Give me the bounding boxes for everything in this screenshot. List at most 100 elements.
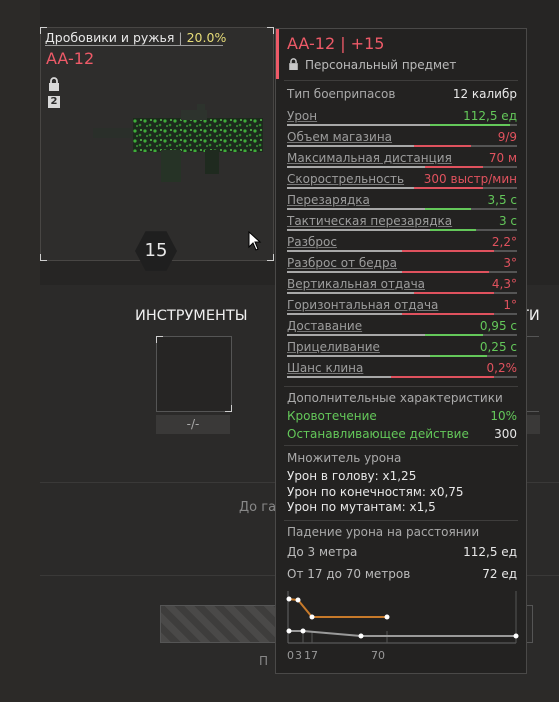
- stat-bar-delta: [390, 376, 494, 378]
- stat-value: 3 с: [498, 214, 517, 228]
- corner: [40, 27, 47, 34]
- stat-bar-fill: [287, 355, 430, 357]
- stat-row: Максимальная дистанция 70 м: [287, 150, 517, 170]
- stat-bar-fill: [287, 229, 430, 231]
- stat-bar-delta: [413, 292, 494, 294]
- corner: [267, 27, 274, 34]
- stat-label: Доставание: [287, 319, 363, 333]
- stat-value: 3°: [503, 256, 517, 270]
- stat-value: 1°: [503, 298, 517, 312]
- multiplier-limbs: Урон по конечностям: x0,75: [287, 485, 464, 499]
- stat-bar-delta: [425, 208, 471, 210]
- stat-row: Урон 112,5 ед: [287, 108, 517, 128]
- stat-bar-fill: [287, 208, 425, 210]
- stat-bar-fill: [287, 124, 430, 126]
- stat-bar-delta: [429, 124, 511, 126]
- stat-row: Доставание 0,95 с: [287, 318, 517, 338]
- stat-row: Разброс 2,2°: [287, 234, 517, 254]
- stat-label: Скорострельность: [287, 172, 405, 186]
- stat-label: Тактическая перезарядка: [287, 214, 453, 228]
- stat-bar-delta: [425, 334, 483, 336]
- divider: [284, 445, 518, 446]
- stat-value: 9/9: [497, 130, 517, 144]
- corner: [40, 254, 47, 261]
- stat-value: 300 выстр/мин: [423, 172, 517, 186]
- category-underline: [45, 45, 223, 46]
- tooltip-subtitle: Персональный предмет: [288, 58, 456, 72]
- stat-row: Шанс клина 0,2%: [287, 360, 517, 380]
- axis-tick: 70: [371, 649, 385, 662]
- tooltip-title: AA-12 | +15: [287, 34, 385, 53]
- weapon-category: Дробовики и ружья | 20.0%: [45, 30, 227, 45]
- progress-bar: [160, 605, 282, 643]
- divider: [284, 80, 518, 81]
- stat-value: 3,5 с: [487, 193, 518, 207]
- stat-bar-fill: [287, 313, 402, 315]
- stat-row: Прицеливание 0,25 с: [287, 339, 517, 359]
- tool-slot[interactable]: [156, 336, 232, 412]
- falloff-value-1: 112,5 ед: [463, 545, 517, 559]
- stat-bar-delta: [429, 229, 476, 231]
- stat-value: 112,5 ед: [463, 109, 517, 123]
- stat-bar-fill: [287, 145, 414, 147]
- weapon-card[interactable]: Дробовики и ружья | 20.0% AA-12 2: [40, 27, 274, 261]
- falloff-title: Падение урона на расстоянии: [287, 525, 480, 539]
- extra-title: Дополнительные характеристики: [287, 391, 503, 405]
- stat-label: Перезарядка: [287, 193, 370, 207]
- divider: [284, 520, 518, 521]
- stat-label: Вертикальная отдача: [287, 277, 426, 291]
- stat-bar-fill: [287, 376, 391, 378]
- stat-label: Урон: [287, 109, 318, 123]
- lock-icon: [289, 58, 298, 70]
- stat-bar-fill: [287, 334, 425, 336]
- stat-bar-fill: [287, 250, 402, 252]
- stat-bar-delta: [425, 166, 483, 168]
- stat-bar-delta: [402, 271, 490, 273]
- falloff-label-2: От 17 до 70 метров: [287, 567, 411, 581]
- stat-row: Тактическая перезарядка 3 с: [287, 213, 517, 233]
- stat-row: Перезарядка 3,5 с: [287, 192, 517, 212]
- falloff-label-1: До 3 метра: [287, 545, 358, 559]
- instruments-title: ИНСТРУМЕНТЫ: [135, 308, 248, 324]
- stat-label: Шанс клина: [287, 361, 364, 375]
- stat-bar-fill: [287, 292, 414, 294]
- stat-bar-delta: [429, 355, 488, 357]
- divider: [284, 386, 518, 387]
- multiplier-head: Урон в голову: x1,25: [287, 469, 417, 483]
- bleeding-label: Кровотечение: [287, 409, 377, 423]
- mouse-cursor-icon: [248, 231, 262, 251]
- stat-label: Разброс от бедра: [287, 256, 397, 270]
- stat-label: Объем магазина: [287, 130, 393, 144]
- axis-tick: 17: [304, 649, 318, 662]
- middle-text: До га: [239, 500, 277, 515]
- stat-value: 0,95 с: [479, 319, 517, 333]
- axis-tick: 0: [287, 649, 294, 662]
- bottom-text: П: [259, 654, 269, 668]
- stat-bar-delta: [402, 313, 494, 315]
- ammo-type-label: Тип боеприпасов: [287, 87, 396, 101]
- stat-row: Вертикальная отдача 4,3°: [287, 276, 517, 296]
- stat-bar-delta: [402, 250, 494, 252]
- stat-value: 2,2°: [491, 235, 517, 249]
- tier-badge: 2: [48, 96, 60, 108]
- stat-row: Разброс от бедра 3°: [287, 255, 517, 275]
- stat-bar-fill: [287, 166, 425, 168]
- stat-bar-delta: [413, 145, 471, 147]
- corner: [267, 254, 274, 261]
- axis-tick: 3: [295, 649, 302, 662]
- stat-bar-fill: [287, 271, 402, 273]
- stat-label: Прицеливание: [287, 340, 380, 354]
- falloff-value-2: 72 ед: [482, 567, 517, 581]
- bleeding-value: 10%: [490, 409, 517, 423]
- stat-label: Максимальная дистанция: [287, 151, 452, 165]
- stat-value: 0,2%: [486, 361, 518, 375]
- weapon-name: AA-12: [46, 49, 95, 68]
- stat-value: 0,25 с: [479, 340, 517, 354]
- multiplier-mutants: Урон по мутантам: x1,5: [287, 500, 436, 514]
- multiplier-title: Множитель урона: [287, 451, 402, 465]
- ammo-type-value: 12 калибр: [452, 87, 517, 101]
- stat-bar-fill: [287, 187, 414, 189]
- weapon-image: [93, 104, 263, 182]
- stat-bar-delta: [413, 187, 483, 189]
- stopping-value: 300: [494, 427, 517, 441]
